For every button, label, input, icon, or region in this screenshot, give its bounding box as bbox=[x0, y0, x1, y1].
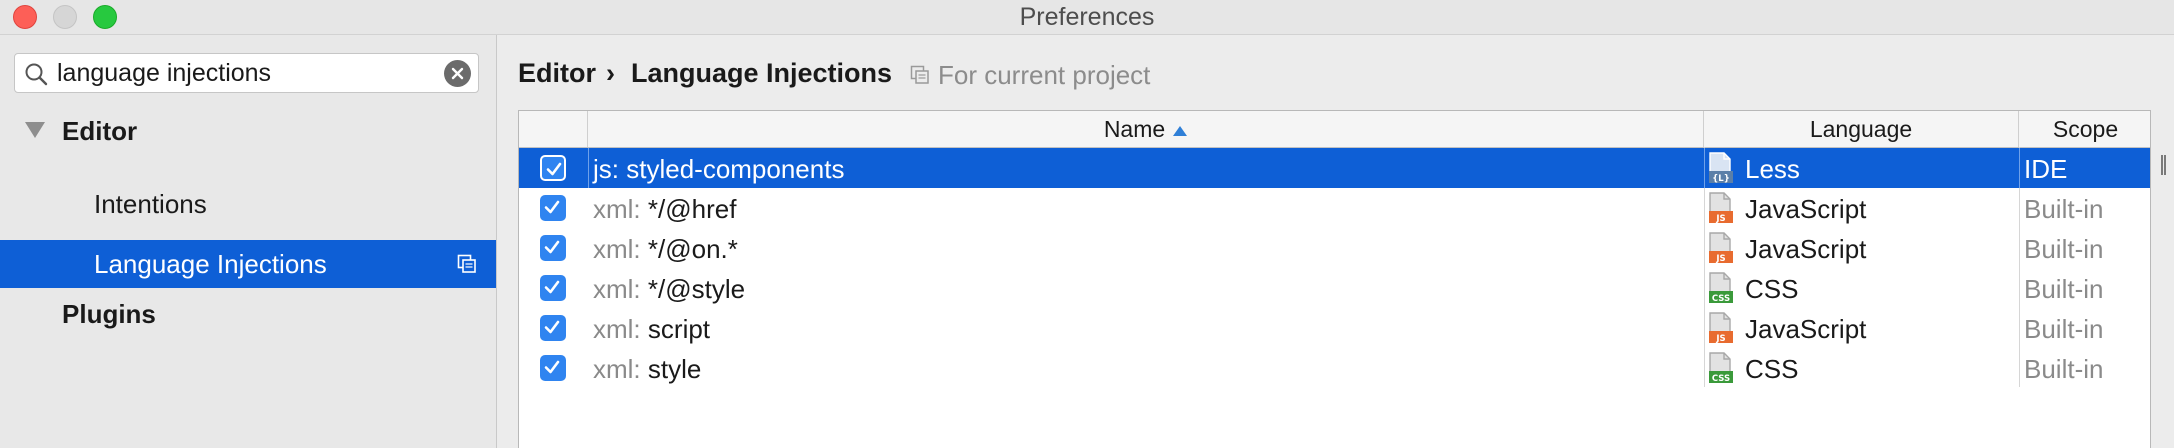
injection-name: script bbox=[647, 314, 711, 344]
injection-prefix: xml: bbox=[593, 234, 641, 264]
injection-prefix: xml: bbox=[593, 274, 641, 304]
tree-item-language-injections[interactable]: Language Injections bbox=[0, 240, 496, 288]
window-title: Preferences bbox=[1019, 3, 1155, 31]
injection-prefix: xml: bbox=[593, 314, 641, 344]
enabled-checkbox[interactable] bbox=[540, 195, 566, 221]
injection-name-cell: xml: script bbox=[593, 314, 710, 345]
expand-arrow-icon[interactable] bbox=[25, 122, 45, 138]
column-header-language[interactable]: Language bbox=[1704, 111, 2019, 147]
javascript-file-icon: JS bbox=[1709, 312, 1733, 344]
injection-name: styled-components bbox=[626, 154, 845, 184]
scope-cell: Built-in bbox=[2024, 274, 2104, 304]
table-row[interactable]: xml: */@href JS JavaScript Built-in bbox=[519, 188, 2150, 228]
tree-item-label: Language Injections bbox=[94, 249, 327, 279]
table-row[interactable]: xml: style CSS CSS Built-in bbox=[519, 348, 2150, 388]
injection-prefix: js: bbox=[593, 154, 619, 184]
table-header: Name Language Scope bbox=[519, 111, 2150, 148]
table-row[interactable]: xml: script JS JavaScript Built-in bbox=[519, 308, 2150, 348]
breadcrumb-current: Language Injections bbox=[631, 58, 893, 88]
less-file-icon: {L} bbox=[1709, 152, 1733, 184]
injection-name-cell: xml: style bbox=[593, 354, 701, 385]
sidebar: Editor Intentions Language Injections Pl… bbox=[0, 35, 497, 448]
column-header-label: Scope bbox=[2052, 116, 2119, 142]
javascript-file-icon: JS bbox=[1709, 232, 1733, 264]
language-cell: JavaScript bbox=[1745, 314, 1867, 344]
svg-text:CSS: CSS bbox=[1712, 374, 1730, 384]
injection-name: */@on.* bbox=[647, 234, 738, 264]
scope-cell: Built-in bbox=[2024, 194, 2104, 224]
table-row[interactable]: js: styled-components {L} Less IDE bbox=[519, 148, 2150, 188]
checkmark-icon bbox=[544, 320, 560, 334]
column-header-scope[interactable]: Scope bbox=[2019, 111, 2150, 147]
javascript-file-icon: JS bbox=[1709, 192, 1733, 224]
injections-table: Name Language Scope js: styled-component… bbox=[518, 110, 2151, 448]
enabled-checkbox[interactable] bbox=[540, 275, 566, 301]
tree-item-label: Intentions bbox=[94, 189, 207, 219]
injection-prefix: xml: bbox=[593, 354, 641, 384]
table-row[interactable]: xml: */@on.* JS JavaScript Built-in bbox=[519, 228, 2150, 268]
injection-name-cell: xml: */@href bbox=[593, 194, 736, 225]
project-scope-icon bbox=[910, 65, 929, 84]
language-cell: CSS bbox=[1745, 274, 1799, 304]
search-icon bbox=[25, 63, 48, 86]
sort-ascending-icon bbox=[1173, 125, 1188, 136]
svg-text:JS: JS bbox=[1715, 334, 1725, 344]
svg-text:CSS: CSS bbox=[1712, 294, 1730, 304]
scope-cell: Built-in bbox=[2024, 354, 2104, 384]
clear-search-icon[interactable] bbox=[444, 60, 471, 87]
css-file-icon: CSS bbox=[1709, 352, 1733, 384]
checkmark-icon bbox=[544, 280, 560, 294]
svg-text:{L}: {L} bbox=[1712, 174, 1730, 184]
checkmark-icon bbox=[544, 360, 560, 374]
tree-item-label: Editor bbox=[62, 116, 138, 146]
svg-text:JS: JS bbox=[1715, 254, 1725, 264]
scope-cell: IDE bbox=[2024, 154, 2068, 184]
injection-name: */@href bbox=[647, 194, 737, 224]
injection-name-cell: js: styled-components bbox=[593, 154, 844, 185]
enabled-checkbox[interactable] bbox=[540, 355, 566, 381]
enabled-checkbox[interactable] bbox=[540, 235, 566, 261]
injection-name: */@style bbox=[647, 274, 746, 304]
tree-item-plugins[interactable]: Plugins bbox=[0, 290, 496, 338]
column-header-label: Name bbox=[1103, 116, 1166, 142]
column-header-label: Language bbox=[1809, 116, 1913, 142]
column-divider bbox=[2019, 148, 2020, 188]
scope-cell: Built-in bbox=[2024, 234, 2104, 264]
language-cell: JavaScript bbox=[1745, 234, 1867, 264]
breadcrumb-separator: › bbox=[606, 58, 615, 88]
tree-item-label: Plugins bbox=[62, 299, 156, 329]
tree-item-editor[interactable]: Editor bbox=[0, 107, 496, 155]
language-cell: CSS bbox=[1745, 354, 1799, 384]
tree-item-intentions[interactable]: Intentions bbox=[0, 180, 496, 224]
scope-note: For current project bbox=[938, 60, 1151, 90]
column-header-enabled[interactable] bbox=[519, 111, 588, 147]
language-cell: Less bbox=[1745, 154, 1800, 184]
table-row[interactable]: xml: */@style CSS CSS Built-in bbox=[519, 268, 2150, 308]
search-input[interactable] bbox=[57, 56, 447, 90]
column-divider bbox=[588, 148, 589, 188]
checkmark-icon bbox=[544, 200, 560, 214]
column-header-name[interactable]: Name bbox=[588, 111, 1704, 147]
injection-prefix: xml: bbox=[593, 194, 641, 224]
column-resize-grip-icon[interactable] bbox=[2160, 153, 2166, 177]
project-scope-icon bbox=[457, 254, 476, 273]
breadcrumb-editor[interactable]: Editor bbox=[518, 58, 596, 89]
checkmark-icon bbox=[544, 240, 560, 254]
language-cell: JavaScript bbox=[1745, 194, 1867, 224]
column-divider bbox=[1704, 148, 1705, 188]
search-field[interactable] bbox=[14, 53, 479, 93]
checkmark-icon bbox=[546, 162, 562, 176]
enabled-checkbox[interactable] bbox=[540, 155, 566, 181]
injection-name-cell: xml: */@on.* bbox=[593, 234, 738, 265]
css-file-icon: CSS bbox=[1709, 272, 1733, 304]
svg-text:JS: JS bbox=[1715, 214, 1725, 224]
enabled-checkbox[interactable] bbox=[540, 315, 566, 341]
window-titlebar: Preferences bbox=[0, 0, 2174, 35]
injection-name-cell: xml: */@style bbox=[593, 274, 745, 305]
scope-cell: Built-in bbox=[2024, 314, 2104, 344]
injection-name: style bbox=[647, 354, 702, 384]
